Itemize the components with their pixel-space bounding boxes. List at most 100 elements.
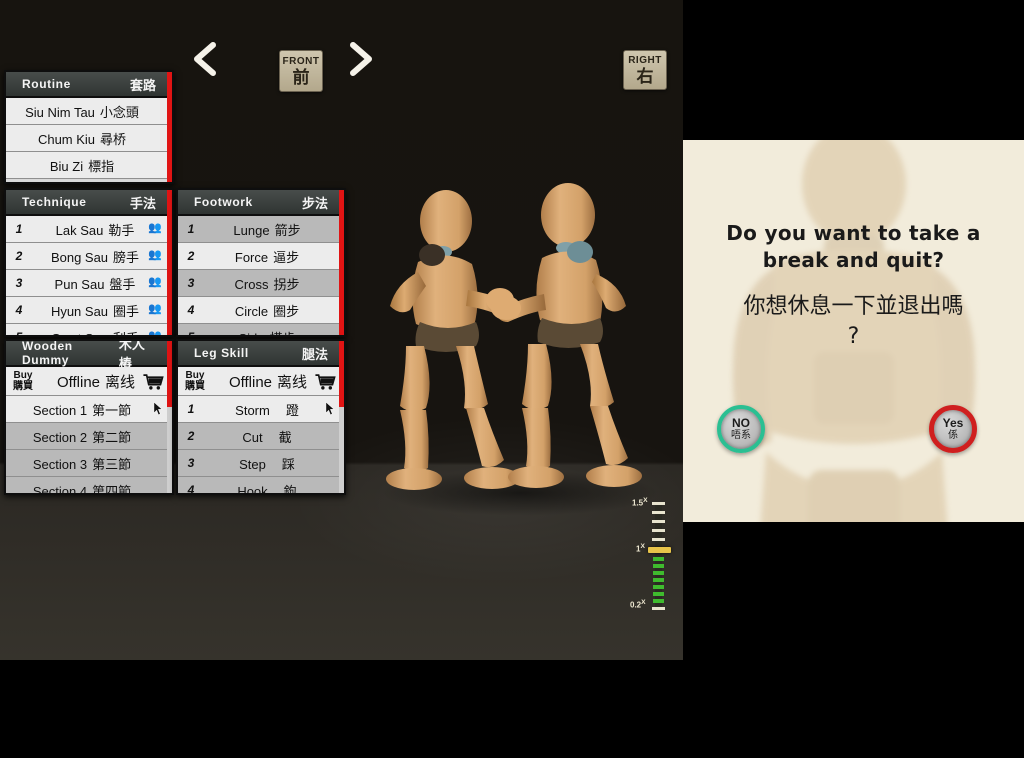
list-item-index: 2: [187, 249, 195, 263]
panel-routine-rows: Siu Nim Tau 小念頭 Chum Kiu 尋桥 Biu Zi 標指: [6, 98, 172, 179]
panel-technique-header-en: Technique: [22, 195, 87, 209]
list-item[interactable]: Biu Zi 標指: [6, 152, 172, 179]
list-item-label: Hook 鉤: [237, 483, 297, 495]
view-button-right-en: RIGHT: [628, 54, 662, 66]
speed-fill-cell: [653, 578, 664, 582]
list-item[interactable]: Section 2 第二節: [6, 423, 172, 450]
cart-icon[interactable]: [142, 373, 164, 395]
list-item-index: 2: [187, 429, 195, 443]
dialog-message-zh-line2: ?: [847, 324, 860, 349]
quit-confirmation-dialog[interactable]: Do you want to take a break and quit? 你想…: [683, 140, 1024, 522]
mannequin-right: [491, 183, 642, 488]
list-item[interactable]: 2 Bong Sau 膀手 👥: [6, 243, 172, 270]
view-button-front[interactable]: FRONT 前: [279, 50, 323, 92]
speed-tick: [652, 502, 665, 505]
list-item-index: 1: [187, 222, 195, 236]
panel-routine-header: Routine 套路: [6, 72, 172, 98]
next-view-button[interactable]: [342, 40, 378, 78]
list-item[interactable]: 4 Hook 鉤: [178, 477, 344, 495]
list-item[interactable]: 1 Lak Sau 勒手 👥: [6, 216, 172, 243]
panel-routine[interactable]: Routine 套路 Siu Nim Tau 小念頭 Chum Kiu 尋桥 Biu…: [4, 70, 174, 184]
list-item[interactable]: 3 Cross 拐步: [178, 270, 344, 297]
list-item-index: 5: [15, 330, 23, 337]
list-item-label: Side橫步: [204, 328, 344, 336]
list-item-label: Section 1 第一節: [32, 402, 132, 418]
yes-button-zh: 係: [948, 429, 958, 441]
list-item[interactable]: 5Gwat Sau刮手👥: [6, 324, 172, 337]
scrollbar-vertical[interactable]: [167, 72, 172, 182]
scrollbar-vertical[interactable]: [339, 190, 344, 335]
speed-fill-cell: [653, 585, 664, 589]
panel-technique[interactable]: Technique 手法 1 Lak Sau 勒手 👥 2 Bong Sau 膀手 👥 3P…: [4, 188, 174, 337]
dialog-message-en-line1: Do you want to take a: [726, 221, 981, 245]
mannequin-left: [386, 190, 520, 490]
list-item[interactable]: Chum Kiu 尋桥: [6, 125, 172, 152]
view-button-right-zh: 右: [636, 66, 654, 86]
list-item[interactable]: 4 Hyun Sau 圈手 👥: [6, 297, 172, 324]
list-item-label: Storm 蹬: [235, 402, 299, 418]
no-button-en: NO: [732, 415, 750, 430]
list-item[interactable]: Siu Nim Tau 小念頭: [6, 98, 172, 125]
list-item-label: Section 2 第二節: [32, 429, 132, 445]
prev-view-button[interactable]: [188, 40, 224, 78]
view-button-front-en: FRONT: [282, 55, 320, 67]
dialog-message-zh-line1: 你想休息一下並退出嗎: [743, 294, 964, 319]
list-item-label: Cut 截: [242, 429, 292, 445]
transport-bar: [0, 612, 683, 660]
speed-slider-thumb[interactable]: [648, 547, 671, 553]
yes-button-en: Yes: [942, 415, 964, 430]
cart-icon[interactable]: [314, 373, 336, 395]
speed-fill-cell: [653, 592, 664, 596]
yes-button[interactable]: Yes 係: [929, 405, 977, 453]
list-item[interactable]: 2 Force 逼步: [178, 243, 344, 270]
speed-fill-cell: [653, 557, 664, 561]
buy-row-wooden-dummy[interactable]: Buy 購買 Offline 离线: [6, 367, 172, 396]
panel-leg-skill-header-zh: 腿法: [301, 346, 328, 362]
list-item-label: Step 踩: [239, 456, 295, 472]
panel-routine-header-zh: 套路: [129, 77, 156, 93]
list-item-label: Force 逼步: [234, 249, 300, 265]
panel-wooden-dummy[interactable]: Wooden Dummy 木人樁 Buy 購買 Offline 离线 Section…: [4, 339, 174, 495]
scrollbar-vertical[interactable]: [339, 341, 344, 407]
list-item[interactable]: Section 4 第四節: [6, 477, 172, 493]
speed-label-min: 0.2X: [630, 599, 646, 610]
list-item[interactable]: 2 Cut 截: [178, 423, 344, 450]
list-item[interactable]: Section 1 第一節: [6, 396, 172, 423]
list-item[interactable]: 1 Storm 蹬: [178, 396, 344, 423]
list-item-label: Siu Nim Tau 小念頭: [25, 104, 139, 120]
list-item[interactable]: 3 Pun Sau 盤手 👥: [6, 270, 172, 297]
list-item[interactable]: Section 3 第三節: [6, 450, 172, 477]
speed-tick: [652, 520, 665, 523]
list-item-index: 1: [187, 402, 195, 416]
panel-leg-skill-header-en: Leg Skill: [194, 346, 249, 360]
panel-footwork-rows: 1 Lunge箭步 2 Force逼步 3 Cross拐步 4 Circle圈步 5 Si…: [178, 216, 344, 336]
list-item-index: 4: [187, 483, 195, 495]
no-button[interactable]: NO 唔系: [717, 405, 765, 453]
list-item-label: Lunge 箭步: [233, 222, 301, 238]
list-item[interactable]: 1 Lunge 箭步: [178, 216, 344, 243]
group-icon: 👥: [148, 222, 162, 234]
group-icon: 👥: [148, 249, 162, 261]
buy-row-leg-skill[interactable]: Buy 購買 Offline 离线: [178, 367, 344, 396]
speed-label-max: 1.5X: [632, 497, 648, 508]
view-button-right[interactable]: RIGHT 右: [623, 50, 667, 90]
cursor-icon: [325, 401, 336, 421]
group-icon: 👥: [148, 330, 162, 337]
panel-routine-header-en: Routine: [22, 77, 71, 91]
panel-footwork[interactable]: Footwork 步法 1 Lunge 箭步 2 Force 逼步 3 Cross 拐步 4…: [176, 188, 346, 337]
playback-speed-slider[interactable]: 1.5X 1X 0.2X: [630, 495, 678, 615]
list-item[interactable]: 4 Circle 圈步: [178, 297, 344, 324]
scrollbar-vertical[interactable]: [167, 341, 172, 407]
panel-leg-skill[interactable]: Leg Skill 腿法 Buy 購買 Offline 离线 1 Storm 蹬 2 Cu…: [176, 339, 346, 495]
group-icon: 👥: [148, 303, 162, 315]
list-item-index: 3: [187, 276, 195, 290]
panel-wooden-dummy-rows: Section 1 第一節 Section 2 第二節 Section 3 第三節 S…: [6, 396, 172, 493]
speed-fill-cell: [653, 571, 664, 575]
list-item[interactable]: 5 Side橫步: [178, 324, 344, 336]
list-item[interactable]: 3 Step 踩: [178, 450, 344, 477]
speed-tick: [652, 511, 665, 514]
speed-fill-cell: [653, 599, 664, 603]
scrollbar-vertical[interactable]: [167, 190, 172, 335]
app-root: FRONT 前 RIGHT 右 1.5X 1X 0.2X Routine 套路 …: [0, 0, 1024, 758]
panel-leg-skill-header: Leg Skill 腿法: [178, 341, 344, 367]
